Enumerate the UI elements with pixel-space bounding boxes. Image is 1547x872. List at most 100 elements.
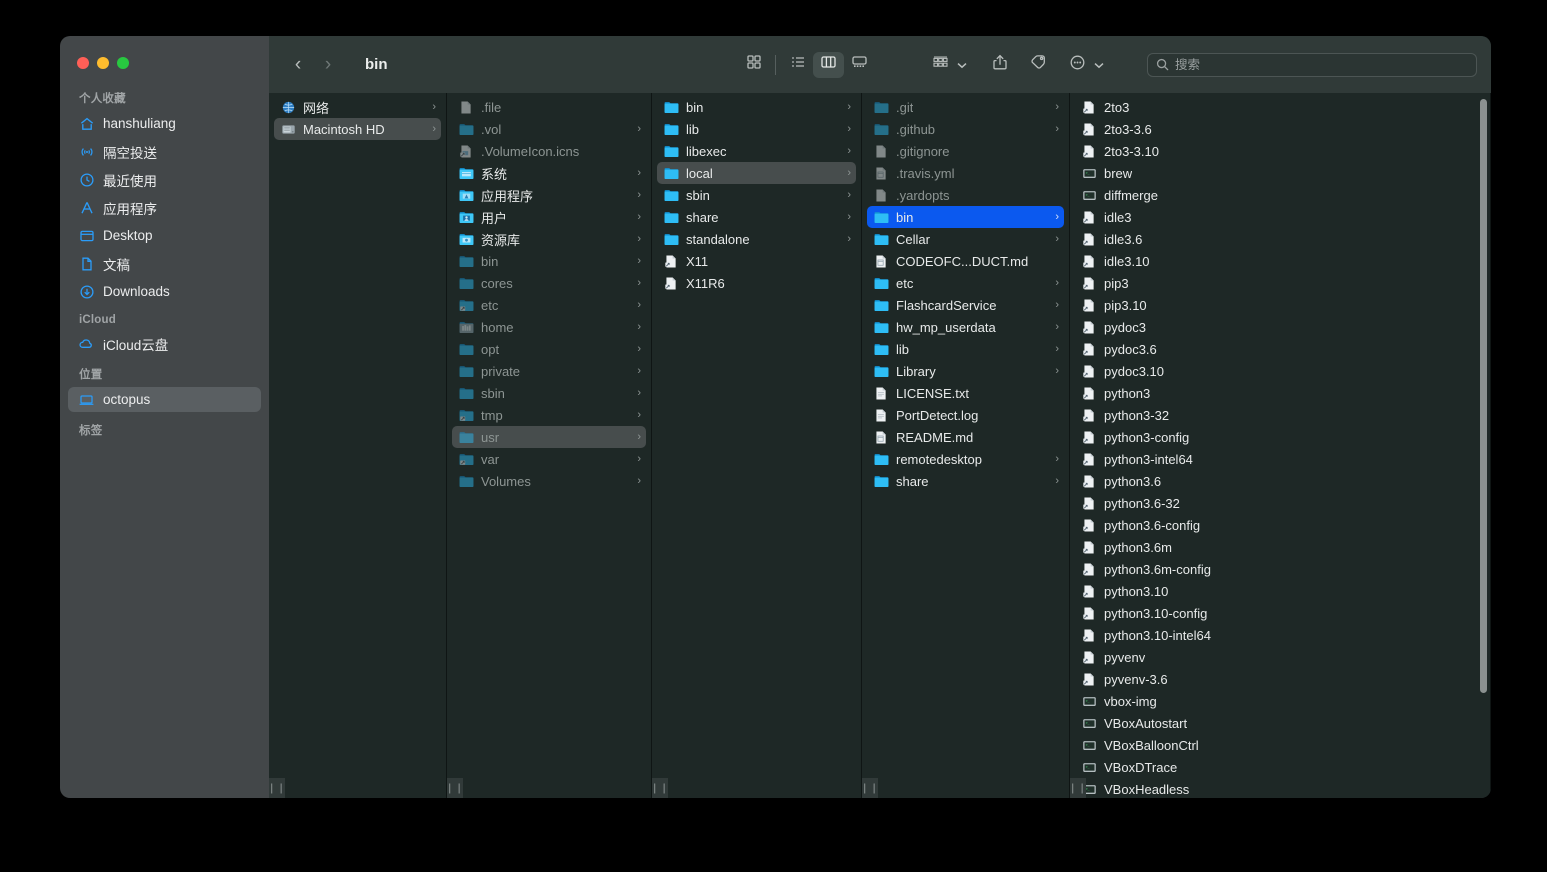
sidebar-item-downloads[interactable]: Downloads: [68, 279, 261, 304]
file-row[interactable]: python3.10: [1075, 580, 1485, 602]
file-row[interactable]: X11: [657, 250, 856, 272]
file-row[interactable]: local ›: [657, 162, 856, 184]
file-row[interactable]: home ›: [452, 316, 646, 338]
file-row[interactable]: python3.6m: [1075, 536, 1485, 558]
file-row[interactable]: 资源库 ›: [452, 228, 646, 250]
icon-view-button[interactable]: [738, 52, 769, 78]
gallery-view-button[interactable]: [844, 52, 875, 78]
list-view-button[interactable]: [782, 52, 813, 78]
file-row[interactable]: pyvenv: [1075, 646, 1485, 668]
file-row[interactable]: .github ›: [867, 118, 1064, 140]
file-row[interactable]: 用户 ›: [452, 206, 646, 228]
forward-button[interactable]: ›: [313, 51, 343, 79]
file-row[interactable]: bin ›: [657, 96, 856, 118]
file-row[interactable]: usr ›: [452, 426, 646, 448]
file-row[interactable]: bin ›: [452, 250, 646, 272]
file-row[interactable]: 应用程序 ›: [452, 184, 646, 206]
file-row[interactable]: python3.6-config: [1075, 514, 1485, 536]
file-row[interactable]: pip3: [1075, 272, 1485, 294]
file-row[interactable]: 网络 ›: [274, 96, 441, 118]
sidebar-item-文稿[interactable]: 文稿: [68, 251, 261, 276]
file-row[interactable]: python3-intel64: [1075, 448, 1485, 470]
file-row[interactable]: 2to3: [1075, 96, 1485, 118]
file-row[interactable]: .yardopts: [867, 184, 1064, 206]
column-resize-handle[interactable]: ❘❘: [268, 778, 285, 798]
sidebar-item-desktop[interactable]: Desktop: [68, 223, 261, 248]
file-row[interactable]: 系统 ›: [452, 162, 646, 184]
file-row[interactable]: >_ vbox-img: [1075, 690, 1485, 712]
sidebar-item-hanshuliang[interactable]: hanshuliang: [68, 111, 261, 136]
search-input[interactable]: [1175, 57, 1468, 72]
file-row[interactable]: Volumes ›: [452, 470, 646, 492]
file-row[interactable]: cores ›: [452, 272, 646, 294]
column-resize-handle[interactable]: ❘❘: [651, 778, 668, 798]
file-row[interactable]: Library ›: [867, 360, 1064, 382]
file-row[interactable]: etc ›: [452, 294, 646, 316]
file-row[interactable]: .git ›: [867, 96, 1064, 118]
file-row[interactable]: remotedesktop ›: [867, 448, 1064, 470]
back-button[interactable]: ‹: [283, 51, 313, 79]
more-chevron-down-icon[interactable]: [1094, 56, 1104, 74]
file-row[interactable]: X11R6: [657, 272, 856, 294]
file-row[interactable]: .file: [452, 96, 646, 118]
file-row[interactable]: python3.10-config: [1075, 602, 1485, 624]
vertical-scrollbar[interactable]: [1480, 99, 1487, 774]
file-row[interactable]: python3.6m-config: [1075, 558, 1485, 580]
scrollbar-thumb[interactable]: [1480, 99, 1487, 693]
more-actions-button[interactable]: [1062, 52, 1093, 78]
file-row[interactable]: 2to3-3.6: [1075, 118, 1485, 140]
file-row[interactable]: .vol ›: [452, 118, 646, 140]
file-row[interactable]: pydoc3.6: [1075, 338, 1485, 360]
file-row[interactable]: Cellar ›: [867, 228, 1064, 250]
file-row[interactable]: .gitignore: [867, 140, 1064, 162]
file-row[interactable]: >_ VBoxAutostart: [1075, 712, 1485, 734]
search-field[interactable]: [1147, 52, 1477, 77]
file-row[interactable]: Macintosh HD ›: [274, 118, 441, 140]
sidebar-item-最近使用[interactable]: 最近使用: [68, 167, 261, 192]
file-row[interactable]: pip3.10: [1075, 294, 1485, 316]
file-row[interactable]: python3-config: [1075, 426, 1485, 448]
file-row[interactable]: README.md: [867, 426, 1064, 448]
file-row[interactable]: private ›: [452, 360, 646, 382]
column-resize-handle[interactable]: ❘❘: [446, 778, 463, 798]
sidebar-item-octopus[interactable]: octopus: [68, 387, 261, 412]
file-row[interactable]: idle3: [1075, 206, 1485, 228]
file-row[interactable]: opt ›: [452, 338, 646, 360]
file-row[interactable]: LICENSE.txt: [867, 382, 1064, 404]
file-row[interactable]: lib ›: [657, 118, 856, 140]
file-row[interactable]: python3.6: [1075, 470, 1485, 492]
file-row[interactable]: lib ›: [867, 338, 1064, 360]
file-row[interactable]: python3.6-32: [1075, 492, 1485, 514]
file-row[interactable]: PortDetect.log: [867, 404, 1064, 426]
file-row[interactable]: share ›: [867, 470, 1064, 492]
file-row[interactable]: 2to3-3.10: [1075, 140, 1485, 162]
close-button[interactable]: [77, 57, 89, 69]
file-row[interactable]: sbin ›: [657, 184, 856, 206]
file-row[interactable]: etc ›: [867, 272, 1064, 294]
column-resize-handle[interactable]: ❘❘: [1069, 778, 1086, 798]
file-row[interactable]: pyvenv-3.6: [1075, 668, 1485, 690]
file-row[interactable]: python3.10-intel64: [1075, 624, 1485, 646]
file-row[interactable]: python3-32: [1075, 404, 1485, 426]
tag-button[interactable]: [1023, 52, 1054, 78]
file-row[interactable]: >_ VBoxHeadless: [1075, 778, 1485, 798]
file-row[interactable]: var ›: [452, 448, 646, 470]
file-row[interactable]: python3: [1075, 382, 1485, 404]
file-row[interactable]: >_ diffmerge: [1075, 184, 1485, 206]
file-row[interactable]: libexec ›: [657, 140, 856, 162]
column-resize-handle[interactable]: ❘❘: [861, 778, 878, 798]
file-row[interactable]: tmp ›: [452, 404, 646, 426]
sidebar-item-icloud云盘[interactable]: iCloud云盘: [68, 331, 261, 356]
file-row[interactable]: pydoc3: [1075, 316, 1485, 338]
file-row[interactable]: >_ VBoxBalloonCtrl: [1075, 734, 1485, 756]
group-by-button[interactable]: [925, 52, 956, 78]
zoom-button[interactable]: [117, 57, 129, 69]
chevron-down-icon[interactable]: [957, 56, 967, 74]
sidebar-item-隔空投送[interactable]: 隔空投送: [68, 139, 261, 164]
minimize-button[interactable]: [97, 57, 109, 69]
file-row[interactable]: bin ›: [867, 206, 1064, 228]
file-row[interactable]: hw_mp_userdata ›: [867, 316, 1064, 338]
file-row[interactable]: idle3.10: [1075, 250, 1485, 272]
file-row[interactable]: .travis.yml: [867, 162, 1064, 184]
file-row[interactable]: sbin ›: [452, 382, 646, 404]
